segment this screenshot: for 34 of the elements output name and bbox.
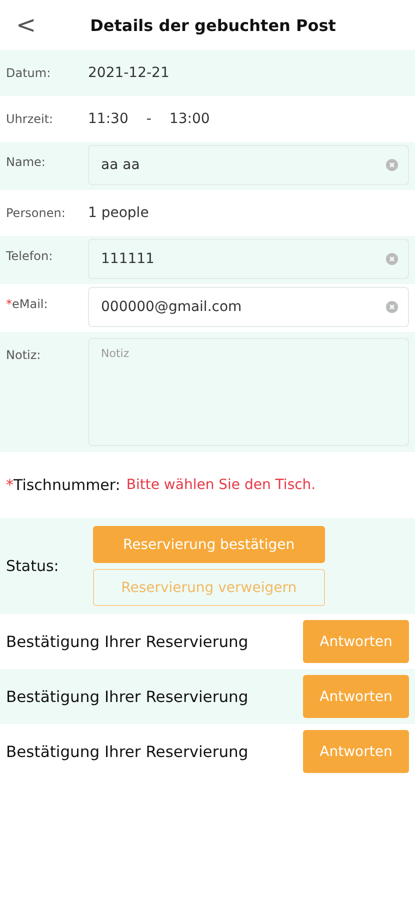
clear-icon[interactable] xyxy=(386,301,398,313)
field-value: - xyxy=(146,111,152,127)
input-field[interactable]: 111111 xyxy=(88,239,409,279)
reply-text: Bestätigung Ihrer Reservierung xyxy=(6,742,248,760)
field-value: 2021-12-21 xyxy=(88,65,170,81)
table-hint[interactable]: Bitte wählen Sie den Tisch. xyxy=(126,477,316,493)
page-title: Details der gebuchten Post xyxy=(90,16,336,34)
reply-text: Bestätigung Ihrer Reservierung xyxy=(6,632,248,650)
field-label: Uhrzeit: xyxy=(6,112,54,126)
reply-button[interactable]: Antworten xyxy=(303,620,409,663)
field-label: Personen: xyxy=(6,206,66,220)
status-label: Status: xyxy=(6,557,59,575)
confirm-button[interactable]: Reservierung bestätigen xyxy=(92,526,325,563)
required-mark: * xyxy=(6,476,14,494)
field-label: Notiz: xyxy=(6,348,41,362)
back-button[interactable]: < xyxy=(12,11,40,39)
reply-button[interactable]: Antworten xyxy=(303,730,409,773)
input-field[interactable]: 000000@gmail.com xyxy=(88,287,409,327)
reply-text: Bestätigung Ihrer Reservierung xyxy=(6,688,248,706)
decline-button[interactable]: Reservierung verweigern xyxy=(92,569,325,606)
field-value: 1 people xyxy=(88,205,149,221)
required-mark: * xyxy=(6,297,12,311)
field-value: 13:00 xyxy=(169,111,210,127)
table-label: Tischnummer: xyxy=(14,476,120,494)
clear-icon[interactable] xyxy=(386,159,398,171)
input-field[interactable]: aa aa xyxy=(88,145,409,185)
reply-button[interactable]: Antworten xyxy=(303,675,409,718)
clear-icon[interactable] xyxy=(386,253,398,265)
field-value: 11:30 xyxy=(88,111,128,127)
note-field[interactable]: Notiz xyxy=(88,338,409,446)
field-label: Telefon: xyxy=(6,249,53,263)
field-label: Name: xyxy=(6,155,46,169)
field-label: Datum: xyxy=(6,66,51,80)
field-label: eMail: xyxy=(12,297,48,311)
